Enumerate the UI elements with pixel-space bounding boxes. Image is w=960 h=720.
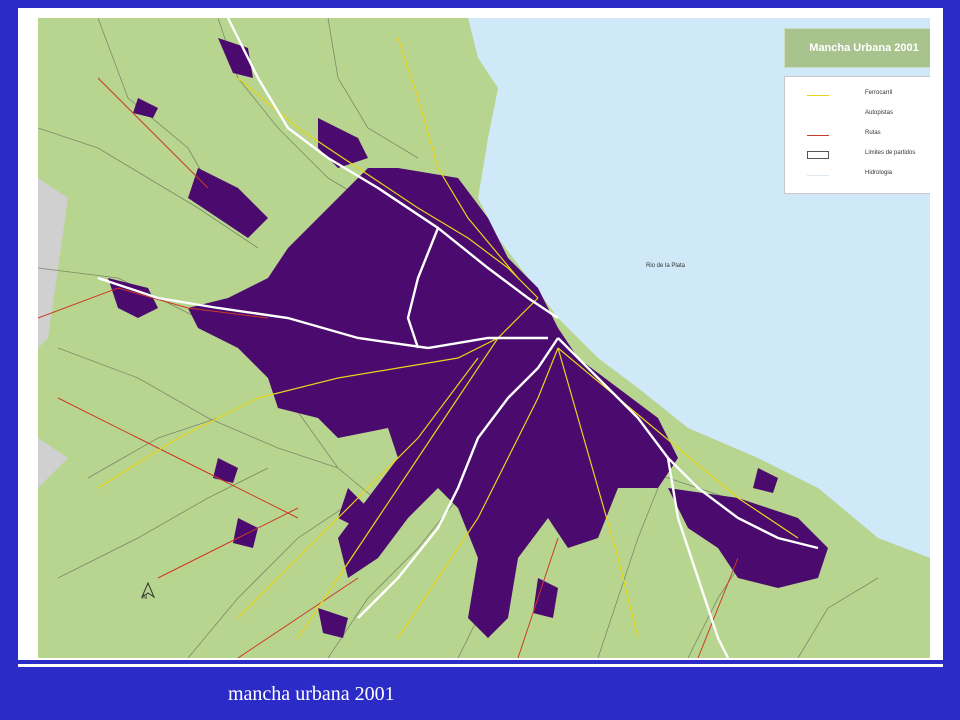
map-canvas: Mancha Urbana 2001 Ferrocarril Autopista… (38, 18, 930, 658)
legend-label: Rutas (865, 130, 881, 136)
north-arrow-icon (140, 581, 156, 599)
highway-swatch (807, 115, 829, 116)
route-swatch (807, 135, 829, 136)
slide-caption: mancha urbana 2001 (228, 683, 395, 705)
legend-label: Ferrocarril (865, 90, 893, 96)
map-legend: Ferrocarril Autopistas Rutas Limites de … (784, 76, 930, 194)
water-label: Rio de la Plata (646, 263, 686, 269)
legend-item-hydrology: Hidrologia (785, 167, 930, 185)
legend-label: Limites de partidos (865, 150, 916, 156)
legend-item-boundaries: Limites de partidos (785, 147, 930, 165)
railway-swatch (807, 95, 829, 96)
legend-label: Hidrologia (865, 170, 893, 176)
map-frame: Mancha Urbana 2001 Ferrocarril Autopista… (18, 8, 943, 660)
legend-item-highways: Autopistas (785, 107, 930, 125)
divider (18, 664, 943, 667)
legend-label: Autopistas (865, 110, 894, 116)
boundary-swatch (807, 151, 829, 159)
slide: Mancha Urbana 2001 Ferrocarril Autopista… (0, 0, 960, 720)
hydrology-swatch (807, 175, 829, 176)
legend-item-railway: Ferrocarril (785, 87, 930, 105)
map-title: Mancha Urbana 2001 (809, 42, 919, 54)
north-label: N (142, 594, 148, 601)
legend-item-routes: Rutas (785, 127, 930, 145)
legend-title: Mancha Urbana 2001 (784, 28, 930, 68)
